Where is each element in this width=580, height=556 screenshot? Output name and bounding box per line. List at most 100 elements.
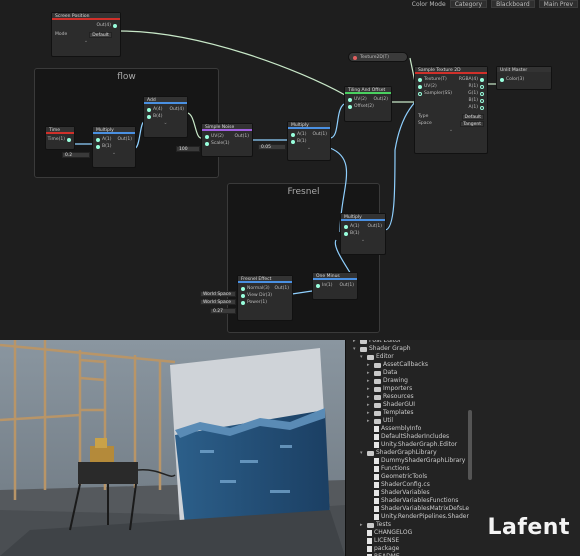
node-multiply-3[interactable]: Multiply A(1) Out(1) B(1) ⌄ — [340, 213, 386, 255]
node-title: Tiling And Offset — [345, 87, 391, 94]
project-folder[interactable]: ▸ Templates — [367, 409, 414, 417]
mode-dropdown[interactable]: Default — [89, 31, 112, 38]
scrollbar[interactable] — [468, 410, 472, 480]
node-fresnel-effect[interactable]: Fresnel Effect Normal(3) Out(1) View Dir(… — [237, 275, 293, 321]
project-file[interactable]: DefaultShaderIncludes — [367, 433, 449, 441]
port-b[interactable]: B(1) — [96, 143, 132, 150]
port-b[interactable]: B(1) — [344, 230, 382, 237]
port-out[interactable]: Out(4) — [55, 22, 117, 29]
port-uv[interactable]: UV(2) Out(2) — [348, 96, 388, 103]
project-file[interactable]: ShaderVariables — [367, 489, 430, 497]
folder-icon — [360, 346, 367, 352]
chevron-down-icon[interactable]: ⌄ — [147, 120, 184, 126]
port-b[interactable]: B(1) — [418, 97, 484, 104]
value-field-scale[interactable]: 100 — [176, 146, 200, 152]
project-file[interactable]: ShaderVariablesFunctions — [367, 497, 458, 505]
port-b[interactable]: B(1) — [291, 138, 327, 145]
project-file[interactable]: package — [360, 545, 399, 553]
port-dot — [500, 77, 504, 82]
project-file[interactable]: LICENSE — [360, 537, 399, 545]
port-in[interactable]: In(1) Out(1) — [316, 282, 354, 289]
port-a[interactable]: A(1) Out(1) — [96, 136, 132, 143]
port-color[interactable]: Color(3) — [500, 76, 548, 83]
project-folder[interactable]: ▾ Shader Graph — [353, 345, 411, 353]
node-tiling-offset[interactable]: Tiling And Offset UV(2) Out(2) Offset(2) — [344, 86, 392, 122]
value-field-b[interactable]: 0.05 — [258, 144, 286, 150]
expand-arrow-icon[interactable]: ▸ — [367, 409, 372, 417]
project-folder[interactable]: ▸ Tests — [360, 521, 391, 529]
project-file[interactable]: GeometricTools — [367, 473, 427, 481]
port-view-dir[interactable]: View Dir(3) — [241, 292, 289, 299]
port-power[interactable]: Power(1) — [241, 299, 289, 306]
project-folder[interactable]: ▸ Data — [367, 369, 397, 377]
value-field-power[interactable]: 0.27 — [210, 308, 236, 314]
chevron-down-icon[interactable]: ⌄ — [291, 145, 327, 151]
project-folder[interactable]: ▸ AssetCallbacks — [367, 361, 428, 369]
node-screen-position[interactable]: Screen Position Out(4) Mode Default ⌄ — [51, 12, 121, 57]
project-folder[interactable]: ▸ Importers — [367, 385, 412, 393]
scene-view[interactable] — [0, 340, 345, 556]
node-one-minus[interactable]: One Minus In(1) Out(1) — [312, 272, 358, 300]
project-folder[interactable]: ▸ Drawing — [367, 377, 408, 385]
project-file[interactable]: Functions — [367, 465, 410, 473]
project-file[interactable]: AssemblyInfo — [367, 425, 421, 433]
project-item-label: Functions — [381, 465, 410, 472]
expand-arrow-icon[interactable]: ▸ — [367, 393, 372, 401]
port-texture[interactable]: Texture(T) RGBA(4) — [418, 76, 484, 83]
type-dropdown[interactable]: Default — [461, 113, 484, 120]
expand-arrow-icon[interactable]: ▸ — [360, 521, 365, 529]
project-folder[interactable]: ▸ Resources — [367, 393, 414, 401]
node-sample-texture-2d[interactable]: Sample Texture 2D Texture(T) RGBA(4) UV(2… — [414, 66, 488, 154]
project-file[interactable]: Unity.ShaderGraph.Editor — [367, 441, 457, 449]
node-title: Sample Texture 2D — [415, 67, 487, 74]
node-time[interactable]: Time Time(1) — [45, 126, 75, 150]
texture-property-node[interactable]: Texture2D(T) — [348, 52, 408, 62]
port-normal[interactable]: Normal(3) Out(1) — [241, 285, 289, 292]
node-title: Simple Noise — [202, 124, 252, 131]
project-folder[interactable]: ▾ Editor — [360, 353, 394, 361]
port-a[interactable]: A(1) — [418, 104, 484, 111]
project-panel[interactable]: ▸ Post Editor ▾ Shader Graph ▾ Editor ▸ AssetCa… — [345, 340, 580, 556]
chevron-down-icon[interactable]: ⌄ — [344, 237, 382, 243]
project-file[interactable]: CHANGELOG — [360, 529, 412, 537]
project-file[interactable]: DummyShaderGraphLibrary — [367, 457, 465, 465]
port-a[interactable]: A(1) Out(1) — [344, 223, 382, 230]
port-sampler[interactable]: Sampler(SS) G(1) — [418, 90, 484, 97]
space-field-view[interactable]: World Space — [200, 299, 236, 305]
expand-arrow-icon[interactable]: ▸ — [367, 417, 372, 425]
node-multiply-2[interactable]: Multiply A(1) Out(1) B(1) ⌄ — [287, 121, 331, 161]
space-dropdown[interactable]: Tangent — [460, 120, 484, 127]
project-folder[interactable]: ▾ ShaderGraphLibrary — [360, 449, 437, 457]
expand-arrow-icon[interactable]: ▸ — [367, 369, 372, 377]
expand-arrow-icon[interactable]: ▾ — [353, 345, 358, 353]
expand-arrow-icon[interactable]: ▾ — [360, 449, 365, 457]
chevron-down-icon[interactable]: ⌄ — [96, 150, 132, 156]
chevron-down-icon[interactable]: ⌄ — [418, 127, 484, 133]
port-a[interactable]: A(1) Out(1) — [291, 131, 327, 138]
port-uv[interactable]: UV(2) Out(1) — [205, 133, 249, 140]
space-field-normal[interactable]: World Space — [200, 291, 236, 297]
node-unlit-master[interactable]: Unlit Master Color(3) — [496, 66, 552, 90]
port-time[interactable]: Time(1) — [48, 136, 71, 143]
expand-arrow-icon[interactable]: ▸ — [367, 361, 372, 369]
project-folder[interactable]: ▸ ShaderGUI — [367, 401, 415, 409]
project-file[interactable]: Unity.RenderPipelines.Shader — [367, 513, 469, 521]
value-field-b[interactable]: 0.2 — [62, 152, 90, 158]
port-uv[interactable]: UV(2) R(1) — [418, 83, 484, 90]
port-a[interactable]: A(4) Out(4) — [147, 106, 184, 113]
shader-graph-canvas[interactable]: Color Mode Category Blackboard Main Prev… — [0, 0, 580, 340]
node-add[interactable]: Add A(4) Out(4) B(4) ⌄ — [143, 96, 188, 138]
project-file[interactable]: ShaderConfig.cs — [367, 481, 430, 489]
chevron-down-icon[interactable]: ⌄ — [55, 38, 117, 44]
expand-arrow-icon[interactable]: ▸ — [367, 377, 372, 385]
expand-arrow-icon[interactable]: ▾ — [360, 353, 365, 361]
port-scale[interactable]: Scale(1) — [205, 140, 249, 147]
port-offset[interactable]: Offset(2) — [348, 103, 388, 110]
node-multiply-1[interactable]: Multiply A(1) Out(1) B(1) ⌄ — [92, 126, 136, 168]
port-b[interactable]: B(4) — [147, 113, 184, 120]
node-simple-noise[interactable]: Simple Noise UV(2) Out(1) Scale(1) — [201, 123, 253, 157]
project-folder[interactable]: ▸ Util — [367, 417, 393, 425]
expand-arrow-icon[interactable]: ▸ — [367, 385, 372, 393]
expand-arrow-icon[interactable]: ▸ — [367, 401, 372, 409]
project-file[interactable]: ShaderVariablesMatrixDefsLe — [367, 505, 469, 513]
